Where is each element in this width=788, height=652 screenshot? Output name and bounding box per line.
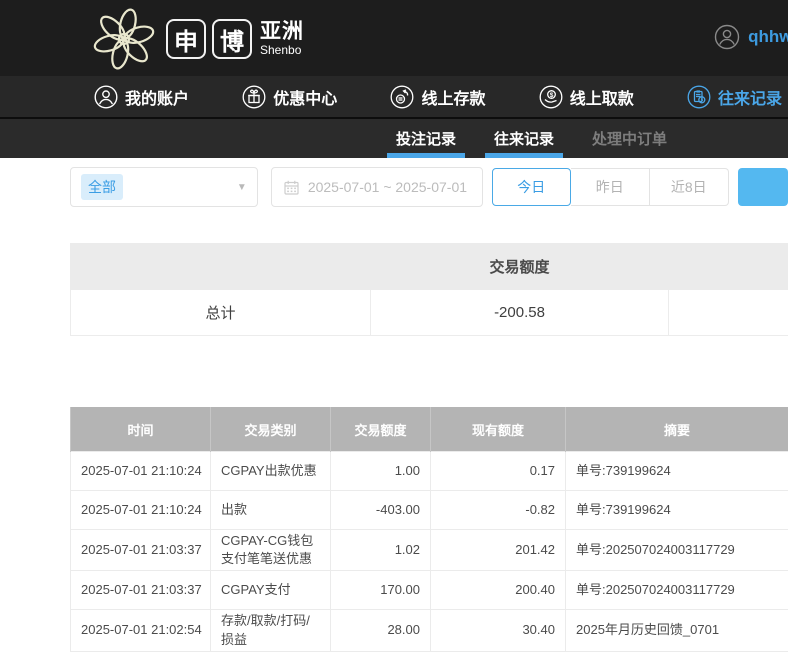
svg-text:$: $ — [549, 92, 553, 99]
avatar-icon — [714, 24, 740, 50]
top-bar: 申 博 亚洲 Shenbo qhhw2 — [0, 0, 788, 76]
summary-total-value: -200.58 — [371, 290, 669, 336]
col-header-memo: 摘要 — [566, 407, 788, 452]
type-select[interactable]: 全部 ▼ — [70, 167, 258, 207]
summary-total-empty — [669, 290, 788, 336]
nav-promo-center[interactable]: 优惠中心 — [242, 85, 337, 109]
tab-betting-records[interactable]: 投注记录 — [387, 119, 465, 158]
col-header-time: 时间 — [71, 407, 211, 452]
search-button[interactable] — [738, 168, 788, 206]
cell-memo: 单号:202507024003117729 — [566, 530, 788, 571]
cell-time: 2025-07-01 21:03:37 — [71, 530, 211, 571]
summary-header-empty2 — [669, 244, 788, 290]
cell-category: CGPAY出款优惠 — [211, 452, 331, 491]
table-row: 2025-07-01 21:10:24 出款 -403.00 -0.82 单号:… — [71, 491, 788, 530]
summary-header-amount: 交易额度 — [371, 244, 669, 290]
logo-region-text: 亚洲 — [260, 20, 304, 43]
summary-header-empty — [71, 244, 371, 290]
chevron-down-icon: ▼ — [237, 182, 247, 193]
last8days-button[interactable]: 近8日 — [650, 168, 729, 206]
cell-balance: 0.17 — [431, 452, 566, 491]
col-header-balance: 现有额度 — [431, 407, 566, 452]
table-row: 2025-07-01 21:03:37 CGPAY-CG钱包支付笔笔送优惠 1.… — [71, 530, 788, 571]
brand-logo[interactable]: 申 博 亚洲 Shenbo — [92, 7, 304, 71]
nav-transaction-records[interactable]: 往来记录 — [687, 85, 782, 109]
calendar-icon — [284, 180, 299, 195]
records-tab-bar: 投注记录 往来记录 处理中订单 — [0, 119, 788, 158]
quick-date-buttons: 今日 昨日 近8日 — [492, 168, 729, 206]
table-row: 2025-07-01 21:10:24 CGPAY出款优惠 1.00 0.17 … — [71, 452, 788, 491]
col-header-amount: 交易额度 — [331, 407, 431, 452]
logo-char-shen: 申 — [166, 19, 206, 59]
col-header-category: 交易类别 — [211, 407, 331, 452]
nav-online-withdraw[interactable]: $ 线上取款 — [539, 85, 634, 109]
user-account[interactable]: qhhw2 — [714, 24, 788, 50]
cell-amount: 170.00 — [331, 571, 431, 610]
type-selected-chip: 全部 — [81, 174, 123, 200]
cell-balance: 200.40 — [431, 571, 566, 610]
cell-memo: 单号:739199624 — [566, 491, 788, 530]
summary-total-row: 总计 -200.58 — [71, 290, 788, 336]
transactions-table: 时间 交易类别 交易额度 现有额度 摘要 2025-07-01 21:10:24… — [70, 407, 788, 652]
cell-balance: 30.40 — [431, 610, 566, 651]
gift-icon — [242, 85, 266, 109]
cell-time: 2025-07-01 21:10:24 — [71, 452, 211, 491]
cell-time: 2025-07-01 21:10:24 — [71, 491, 211, 530]
cell-balance: -0.82 — [431, 491, 566, 530]
table-row: 2025-07-01 21:03:37 CGPAY支付 170.00 200.4… — [71, 571, 788, 610]
cell-memo: 2025年月历史回馈_0701 — [566, 610, 788, 651]
yesterday-button[interactable]: 昨日 — [571, 168, 650, 206]
cell-time: 2025-07-01 21:02:54 — [71, 610, 211, 651]
tab-transaction-records[interactable]: 往来记录 — [485, 119, 563, 158]
cell-amount: 1.02 — [331, 530, 431, 571]
user-icon — [94, 85, 118, 109]
nav-online-deposit[interactable]: 线上存款 — [390, 85, 485, 109]
cell-category: 出款 — [211, 491, 331, 530]
table-row: 2025-07-01 21:02:54 存款/取款/打码/损益 28.00 30… — [71, 610, 788, 651]
cell-amount: -403.00 — [331, 491, 431, 530]
date-range-value: 2025-07-01 ~ 2025-07-01 — [308, 179, 467, 195]
table-header-row: 时间 交易类别 交易额度 现有额度 摘要 — [71, 407, 788, 452]
main-nav: 我的账户 优惠中心 线上存款 — [0, 76, 788, 119]
username-text: qhhw2 — [748, 27, 788, 47]
flower-logo-icon — [92, 7, 156, 71]
date-range-input[interactable]: 2025-07-01 ~ 2025-07-01 — [271, 167, 483, 207]
cell-balance: 201.42 — [431, 530, 566, 571]
cell-memo: 单号:202507024003117729 — [566, 571, 788, 610]
summary-table: 交易额度 总计 -200.58 — [70, 243, 788, 336]
cell-category: 存款/取款/打码/损益 — [211, 610, 331, 651]
cell-memo: 单号:739199624 — [566, 452, 788, 491]
deposit-icon — [390, 85, 414, 109]
summary-header-row: 交易额度 — [71, 244, 788, 290]
cell-category: CGPAY-CG钱包支付笔笔送优惠 — [211, 530, 331, 571]
withdraw-icon: $ — [539, 85, 563, 109]
tab-pending-orders[interactable]: 处理中订单 — [583, 119, 676, 158]
cell-time: 2025-07-01 21:03:37 — [71, 571, 211, 610]
today-button[interactable]: 今日 — [492, 168, 571, 206]
records-icon — [687, 85, 711, 109]
cell-category: CGPAY支付 — [211, 571, 331, 610]
nav-my-account[interactable]: 我的账户 — [94, 85, 189, 109]
cell-amount: 28.00 — [331, 610, 431, 651]
cell-amount: 1.00 — [331, 452, 431, 491]
logo-char-bo: 博 — [212, 19, 252, 59]
filter-row: 全部 ▼ 2025-07-01 ~ 2025-07-01 今日 昨日 近8日 — [0, 158, 788, 207]
summary-total-label: 总计 — [71, 290, 371, 336]
logo-sub-text: Shenbo — [260, 43, 304, 57]
